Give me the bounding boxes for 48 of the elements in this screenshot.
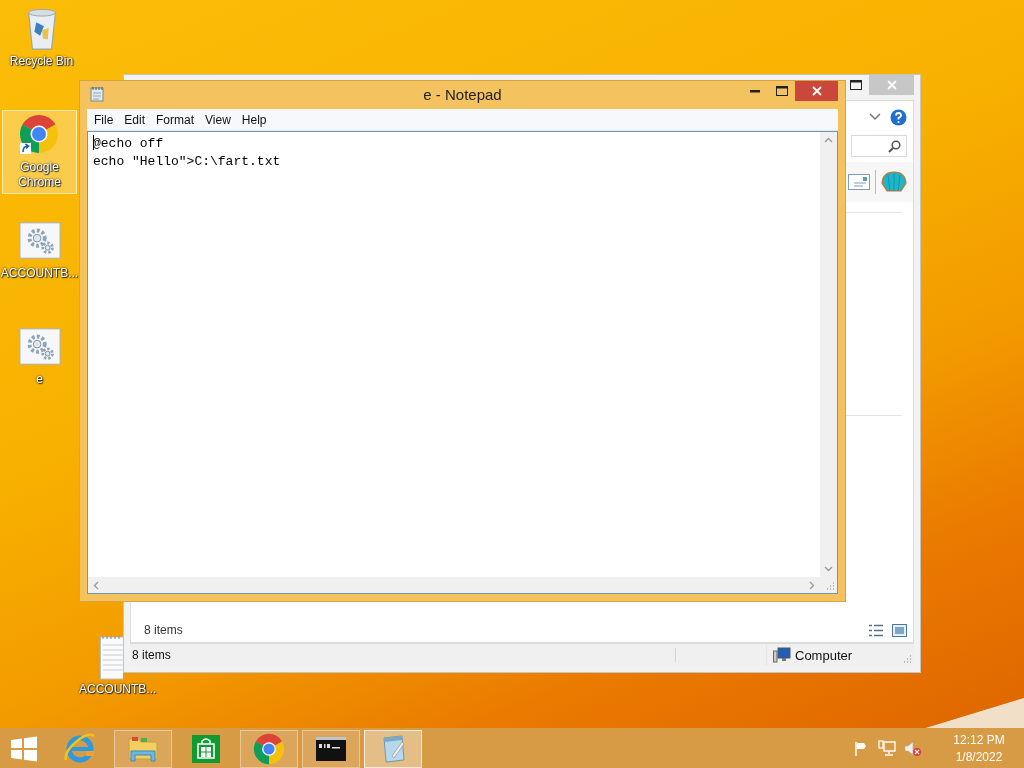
- window-title: e - Notepad: [423, 86, 502, 103]
- folder-icon: [127, 735, 159, 763]
- search-icon: [888, 139, 901, 153]
- clock-date: 1/8/2022: [955, 748, 1003, 766]
- scroll-right-icon[interactable]: [809, 580, 815, 590]
- maximize-icon: [850, 80, 862, 90]
- scroll-left-icon[interactable]: [93, 580, 99, 590]
- vertical-scrollbar[interactable]: [820, 132, 837, 577]
- scroll-down-icon[interactable]: [824, 566, 833, 572]
- chevron-down-icon[interactable]: [869, 113, 881, 121]
- minimize-icon: [749, 89, 760, 93]
- scroll-up-icon[interactable]: [824, 137, 833, 143]
- details-view-icon[interactable]: [868, 623, 884, 637]
- close-button[interactable]: [795, 81, 838, 101]
- shopping-bag-icon: [192, 735, 220, 763]
- resize-grip-icon[interactable]: [902, 654, 912, 664]
- close-icon: [811, 86, 822, 96]
- taskbar-button[interactable]: [302, 730, 360, 768]
- resize-grip-icon[interactable]: [826, 582, 835, 591]
- clock-time: 12:12 PM: [953, 731, 1005, 749]
- menu-item[interactable]: File: [89, 110, 119, 129]
- help-icon[interactable]: [890, 108, 907, 126]
- speaker-icon[interactable]: [904, 740, 922, 757]
- preview-pane-icon[interactable]: [848, 174, 870, 190]
- computer-icon: [773, 647, 791, 663]
- shell-icon[interactable]: [881, 170, 907, 194]
- maximize-icon: [775, 86, 788, 96]
- chrome-icon: [253, 733, 285, 765]
- menu-item[interactable]: Edit: [119, 110, 151, 129]
- horizontal-scrollbar[interactable]: [88, 577, 820, 593]
- item-count: 8 items: [144, 623, 183, 637]
- menu-item[interactable]: Format: [151, 110, 200, 129]
- chrome-shortcut-icon: [18, 113, 61, 157]
- text-line: echo "Hello">C:\fart.txt: [93, 153, 281, 171]
- terminal-icon: [316, 737, 346, 761]
- text-line: @echo off: [93, 135, 164, 153]
- notepad-icon: [90, 86, 104, 102]
- menu-item[interactable]: Help: [236, 110, 272, 129]
- network-icon[interactable]: [878, 740, 896, 757]
- windows-logo-icon: [10, 735, 38, 762]
- menu-item[interactable]: View: [200, 110, 236, 129]
- close-icon: [886, 80, 897, 90]
- location-text: Computer: [795, 647, 853, 663]
- text-file-icon[interactable]: [100, 635, 123, 680]
- text-editor[interactable]: @echo off echo "Hello">C:\fart.txt: [87, 131, 838, 594]
- large-icons-view-icon[interactable]: [892, 623, 907, 637]
- search-field[interactable]: [851, 135, 907, 157]
- status-text: 8 items: [130, 648, 676, 662]
